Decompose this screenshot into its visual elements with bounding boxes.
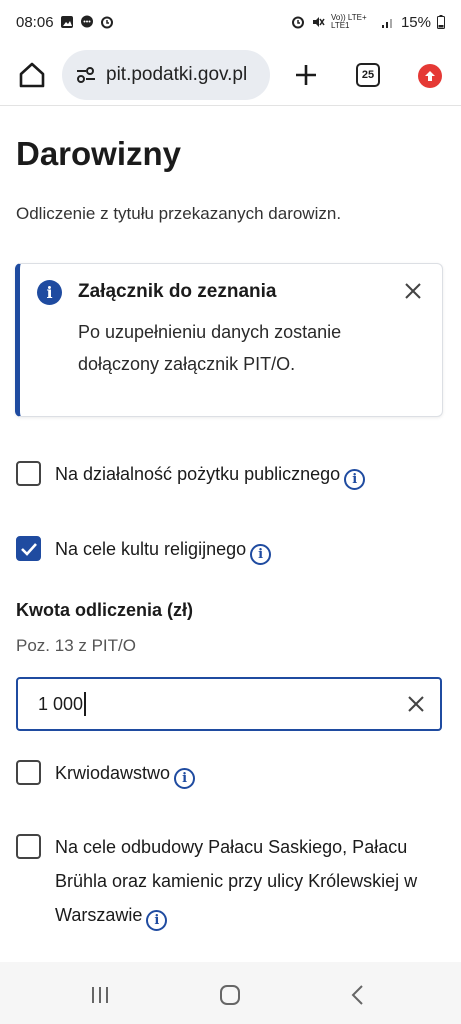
amount-label: Kwota odliczenia (zł): [16, 600, 194, 620]
alarm-notification-icon: [100, 16, 113, 29]
alarm-icon: [291, 16, 304, 29]
info-icon: i: [37, 280, 62, 305]
close-icon[interactable]: [402, 280, 424, 302]
info-alert: i Załącznik do zeznania Po uzupełnieniu …: [15, 263, 443, 417]
checkbox-blood-donation[interactable]: [16, 760, 41, 785]
chat-notification-icon: [80, 15, 93, 28]
amount-value: 1 000: [38, 693, 84, 714]
home-icon[interactable]: [18, 61, 46, 89]
option-label: Na cele odbudowy Pałacu Saskiego, Pałacu…: [55, 837, 418, 925]
help-icon[interactable]: i: [344, 469, 366, 490]
page-title: Darowizny: [16, 135, 182, 172]
signal-icon: [381, 19, 392, 28]
site-settings-icon[interactable]: [76, 66, 96, 84]
help-icon[interactable]: i: [174, 768, 196, 789]
tab-switcher-button[interactable]: 25: [356, 63, 380, 87]
url-text: pit.podatki.gov.pl: [106, 64, 248, 85]
recent-apps-icon[interactable]: [87, 982, 113, 1008]
clear-icon[interactable]: [406, 694, 426, 714]
checkmark-icon: [20, 542, 37, 556]
option-public-benefit[interactable]: Na działalność pożytku publicznego i: [16, 461, 366, 491]
help-icon[interactable]: i: [250, 544, 272, 565]
battery-level: 15%: [400, 13, 431, 31]
checkbox-religious[interactable]: [16, 536, 41, 561]
option-religious[interactable]: Na cele kultu religijnego i: [16, 536, 272, 566]
address-bar[interactable]: pit.podatki.gov.pl: [62, 50, 270, 100]
browser-toolbar: pit.podatki.gov.pl 25: [0, 44, 461, 106]
option-label: Na działalność pożytku publicznego: [55, 464, 341, 484]
network-indicator: Vo)) LTE+ LTE1: [330, 13, 367, 30]
option-blood-donation[interactable]: Krwiodawstwo i: [16, 760, 196, 790]
amount-hint: Poz. 13 z PIT/O: [16, 636, 136, 655]
option-label: Na cele kultu religijnego: [55, 539, 247, 559]
status-time: 08:06: [16, 13, 54, 31]
status-bar: 08:06 Vo)) LTE+ LTE1 15%: [0, 0, 461, 44]
checkbox-public-benefit[interactable]: [16, 461, 41, 486]
update-icon[interactable]: [418, 64, 442, 88]
gallery-notification-icon: [60, 16, 73, 28]
info-alert-title: Załącznik do zeznania: [78, 281, 277, 302]
back-icon[interactable]: [345, 982, 371, 1008]
help-icon[interactable]: i: [146, 910, 168, 931]
battery-icon: [437, 15, 445, 29]
system-nav-bar: [0, 962, 461, 1024]
mute-icon: [312, 17, 325, 27]
info-alert-text: Po uzupełnieniu danych zostanie dołączon…: [78, 322, 342, 374]
option-palace-reconstruction[interactable]: Na cele odbudowy Pałacu Saskiego, Pałacu…: [16, 834, 425, 932]
new-tab-icon[interactable]: [292, 61, 320, 89]
text-caret: [84, 692, 87, 716]
checkbox-palace-reconstruction[interactable]: [16, 834, 41, 859]
amount-input[interactable]: 1 000: [16, 677, 442, 731]
page-description: Odliczenie z tytułu przekazanych darowiz…: [16, 204, 342, 223]
home-nav-icon[interactable]: [217, 982, 243, 1008]
option-label: Krwiodawstwo: [55, 763, 171, 783]
